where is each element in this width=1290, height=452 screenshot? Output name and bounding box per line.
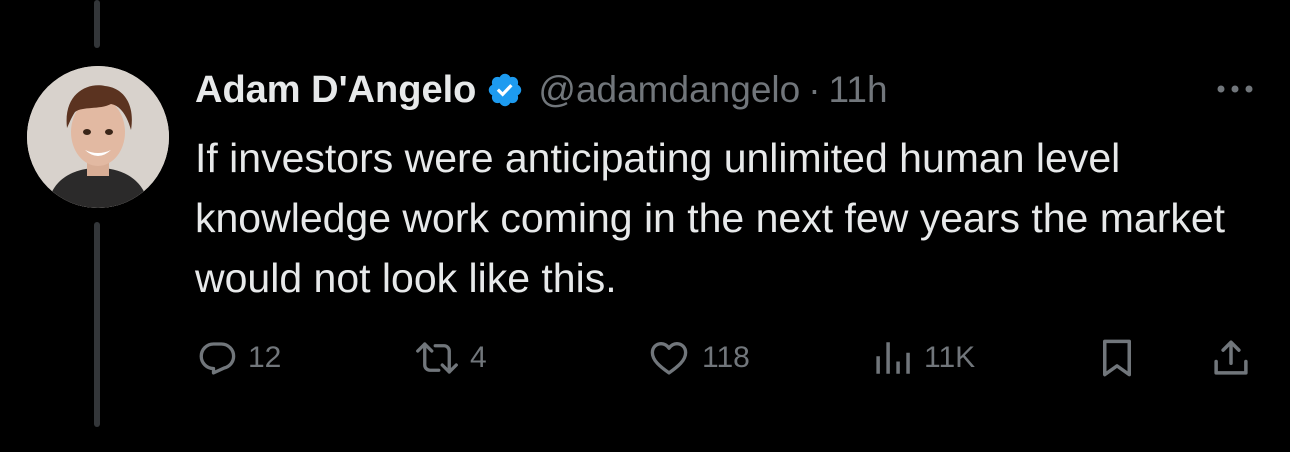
like-button[interactable]: 118: [646, 330, 750, 386]
bookmark-icon: [1103, 339, 1131, 377]
verified-badge-icon: [486, 71, 524, 109]
like-icon: [650, 341, 688, 375]
views-count: 11K: [924, 341, 976, 374]
thread-line-bottom: [94, 222, 100, 427]
separator-dot: ·: [808, 69, 821, 110]
timestamp[interactable]: 11h: [829, 69, 888, 111]
more-icon: [1217, 85, 1253, 93]
thread-line-top: [94, 0, 100, 48]
views-icon: [876, 342, 910, 374]
avatar[interactable]: [27, 66, 169, 208]
bookmark-button[interactable]: [1096, 330, 1138, 386]
repost-count: 4: [470, 341, 487, 374]
repost-icon: [416, 342, 458, 374]
avatar-portrait-icon: [27, 66, 169, 208]
reply-count: 12: [248, 341, 282, 374]
share-icon: [1214, 340, 1248, 375]
more-button[interactable]: [1211, 74, 1259, 104]
reply-icon: [199, 342, 236, 375]
author-name[interactable]: Adam D'Angelo: [195, 69, 476, 112]
repost-button[interactable]: 4: [414, 330, 487, 386]
reply-button[interactable]: 12: [196, 330, 281, 386]
author-handle[interactable]: @adamdangelo: [538, 69, 800, 111]
views-button[interactable]: 11K: [872, 330, 975, 386]
share-button[interactable]: [1210, 330, 1252, 386]
like-count: 118: [702, 341, 750, 374]
tweet-header: Adam D'Angelo @adamdangelo · 11h: [195, 64, 888, 116]
action-bar: 12 4 118 11K: [0, 330, 1290, 386]
tweet-text: If investors were anticipating unlimited…: [195, 135, 1226, 301]
